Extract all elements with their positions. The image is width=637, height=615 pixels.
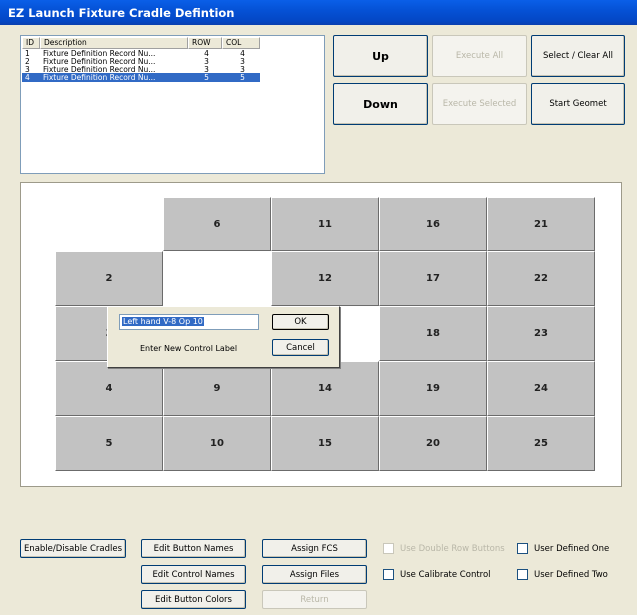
list-item-row: 5 (204, 73, 209, 82)
cradle-button[interactable]: 10 (163, 416, 271, 471)
checkbox-label: User Defined Two (534, 569, 608, 580)
checkbox-box (517, 543, 528, 554)
window-title: EZ Launch Fixture Cradle Defintion (0, 0, 637, 25)
column-header-row[interactable]: ROW (188, 37, 222, 49)
cradle-button[interactable]: 17 (379, 251, 487, 306)
assign-fcs-button[interactable]: Assign FCS (262, 539, 367, 558)
assign-files-button[interactable]: Assign Files (262, 565, 367, 584)
control-label-input[interactable]: Left hand V-8 Op 10 (119, 314, 259, 330)
checkbox-label: User Defined One (534, 543, 610, 554)
up-button[interactable]: Up (333, 35, 428, 77)
cancel-button[interactable]: Cancel (272, 339, 329, 356)
checkbox-label: Use Calibrate Control (400, 569, 491, 580)
cradle-button[interactable]: 19 (379, 361, 487, 416)
cradle-button[interactable]: 21 (487, 197, 595, 251)
column-header-description[interactable]: Description (40, 37, 188, 49)
control-label-input-text: Left hand V-8 Op 10 (122, 317, 204, 326)
cradle-button[interactable]: 12 (271, 251, 379, 306)
control-label-dialog: Left hand V-8 Op 10 OK Enter New Control… (107, 306, 340, 368)
checkbox-box (383, 569, 394, 580)
cradle-button[interactable]: 24 (487, 361, 595, 416)
list-item-description: Fixture Definition Record Nu... (43, 73, 156, 82)
checkbox-box (383, 543, 394, 554)
cradle-button[interactable]: 25 (487, 416, 595, 471)
list-item-id: 4 (25, 73, 30, 82)
cradle-button[interactable]: 2 (55, 251, 163, 306)
edit-button-colors-button[interactable]: Edit Button Colors (141, 590, 246, 609)
start-geomet-button[interactable]: Start Geomet (531, 83, 625, 125)
use-calibrate-control-checkbox[interactable]: Use Calibrate Control (383, 569, 491, 580)
cradle-button[interactable]: 5 (55, 416, 163, 471)
down-button[interactable]: Down (333, 83, 428, 125)
cradle-button[interactable]: 20 (379, 416, 487, 471)
execute-selected-button[interactable]: Execute Selected (432, 83, 527, 125)
cradle-button[interactable]: 16 (379, 197, 487, 251)
cradle-button[interactable]: 23 (487, 306, 595, 361)
cradle-button[interactable]: 4 (55, 361, 163, 416)
column-header-col[interactable]: COL (222, 37, 260, 49)
fixture-cradle-window: EZ Launch Fixture Cradle Defintion ID De… (0, 0, 637, 615)
enable-disable-cradles-button[interactable]: Enable/Disable Cradles (20, 539, 126, 558)
column-header-id[interactable]: ID (22, 37, 40, 49)
user-defined-one-checkbox[interactable]: User Defined One (517, 543, 609, 554)
return-button[interactable]: Return (262, 590, 367, 609)
cradle-button[interactable]: 14 (271, 361, 379, 416)
checkbox-box (517, 569, 528, 580)
cradle-button[interactable]: 6 (163, 197, 271, 251)
edit-control-names-button[interactable]: Edit Control Names (141, 565, 246, 584)
cradle-button[interactable]: 11 (271, 197, 379, 251)
fixture-record-list[interactable]: ID Description ROW COL 1 Fixture Definit… (20, 35, 325, 174)
select-clear-all-button[interactable]: Select / Clear All (531, 35, 625, 77)
checkbox-label: Use Double Row Buttons (400, 543, 505, 554)
list-header: ID Description ROW COL (22, 37, 260, 49)
user-defined-two-checkbox[interactable]: User Defined Two (517, 569, 608, 580)
ok-button[interactable]: OK (272, 314, 329, 330)
cradle-button[interactable]: 22 (487, 251, 595, 306)
cradle-button[interactable]: 15 (271, 416, 379, 471)
edit-button-names-button[interactable]: Edit Button Names (141, 539, 246, 558)
cradle-button[interactable]: 18 (379, 306, 487, 361)
execute-all-button[interactable]: Execute All (432, 35, 527, 77)
cradle-button[interactable]: 9 (163, 361, 271, 416)
use-double-row-buttons-checkbox[interactable]: Use Double Row Buttons (383, 543, 505, 554)
list-item-selected[interactable]: 4 Fixture Definition Record Nu... 5 5 (22, 73, 260, 82)
list-item-col: 5 (240, 73, 245, 82)
dialog-prompt-label: Enter New Control Label (140, 344, 238, 353)
